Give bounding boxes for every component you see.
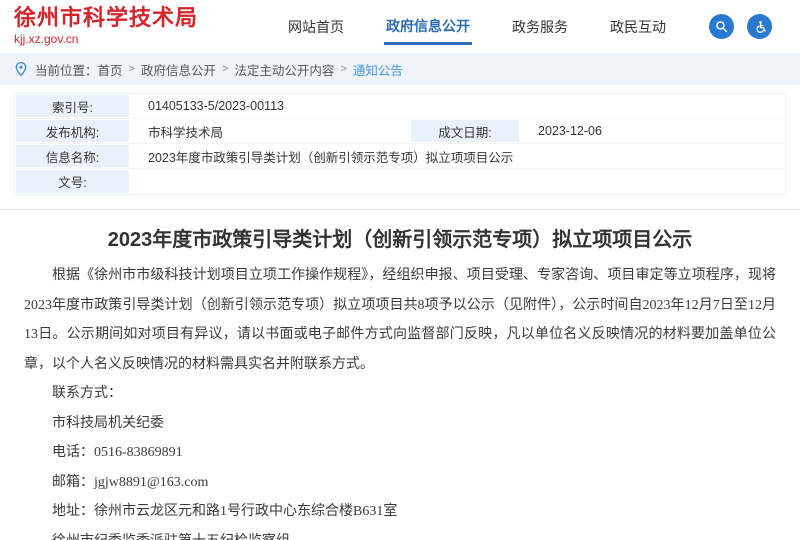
site-header: 徐州市科学技术局 kjj.xz.gov.cn 网站首页 政府信息公开 政务服务 …: [0, 0, 800, 53]
header-right: 网站首页 政府信息公开 政务服务 政民互动: [286, 9, 772, 45]
breadcrumb-separator: >: [222, 63, 228, 75]
contact-heading: 联系方式：: [24, 379, 776, 409]
nav-item-interaction[interactable]: 政民互动: [608, 10, 668, 43]
nav-item-services[interactable]: 政务服务: [510, 10, 570, 43]
issue-date-value: 2023-12-06: [520, 119, 785, 143]
info-name-label: 信息名称:: [15, 144, 130, 168]
doc-number-value: [130, 169, 785, 194]
index-number-value: 01405133-5/2023-00113: [130, 94, 785, 118]
breadcrumb-item-home[interactable]: 首页: [98, 60, 123, 79]
table-row-doc-number: 文号:: [15, 169, 785, 194]
publisher-value: 市科学技术局: [130, 119, 410, 143]
site-logo[interactable]: 徐州市科学技术局 kjj.xz.gov.cn: [14, 6, 198, 47]
search-button[interactable]: [709, 14, 734, 39]
accessibility-button[interactable]: [747, 14, 772, 39]
contact-address: 地址：徐州市云龙区元和路1号行政中心东综合楼B631室: [24, 497, 776, 527]
breadcrumb-separator: >: [129, 63, 135, 75]
main-content: 索引号: 01405133-5/2023-00113 发布机构: 市科学技术局 …: [0, 93, 800, 540]
table-row-name: 信息名称: 2023年度市政策引导类计划（创新引领示范专项）拟立项项目公示: [15, 144, 785, 169]
info-table: 索引号: 01405133-5/2023-00113 发布机构: 市科学技术局 …: [14, 93, 786, 195]
nav-item-gov-info[interactable]: 政府信息公开: [384, 9, 472, 45]
issue-date-label: 成文日期:: [410, 119, 520, 143]
breadcrumb-item-notices[interactable]: 通知公告: [353, 60, 403, 79]
main-nav: 网站首页 政府信息公开 政务服务 政民互动: [286, 9, 668, 45]
page: 徐州市科学技术局 kjj.xz.gov.cn 网站首页 政府信息公开 政务服务 …: [0, 0, 800, 540]
accessibility-icon: [753, 20, 767, 34]
breadcrumb-separator: >: [340, 63, 346, 75]
breadcrumb: 当前位置： 首页 > 政府信息公开 > 法定主动公开内容 > 通知公告: [0, 53, 800, 85]
doc-number-label: 文号:: [15, 169, 130, 194]
location-pin-icon: [14, 61, 28, 77]
nav-item-home[interactable]: 网站首页: [286, 10, 346, 43]
divider: [0, 209, 800, 210]
publisher-label: 发布机构:: [15, 119, 130, 143]
contact-email: 邮箱：jgjw8891@163.com: [24, 468, 776, 498]
breadcrumb-item-gov-info[interactable]: 政府信息公开: [141, 60, 216, 79]
info-name-value: 2023年度市政策引导类计划（创新引领示范专项）拟立项项目公示: [130, 144, 785, 168]
site-url: kjj.xz.gov.cn: [14, 31, 198, 47]
index-number-label: 索引号:: [15, 94, 130, 118]
page-title: 2023年度市政策引导类计划（创新引领示范专项）拟立项项目公示: [0, 227, 800, 253]
contact-phone: 电话：0516-83869891: [24, 438, 776, 468]
article-paragraph: 根据《徐州市市级科技计划项目立项工作操作规程》，经组织申报、项目受理、专家咨询、…: [24, 261, 776, 379]
contact-org-2: 徐州市纪委监委派驻第十五纪检监察组: [24, 527, 776, 540]
article-body: 根据《徐州市市级科技计划项目立项工作操作规程》，经组织申报、项目受理、专家咨询、…: [0, 253, 800, 540]
contact-org: 市科技局机关纪委: [24, 409, 776, 439]
table-row-org-date: 发布机构: 市科学技术局 成文日期: 2023-12-06: [15, 119, 785, 144]
breadcrumb-item-legal-disclosure[interactable]: 法定主动公开内容: [234, 60, 334, 79]
search-icon: [715, 20, 728, 33]
site-title: 徐州市科学技术局: [14, 6, 198, 30]
table-row-index: 索引号: 01405133-5/2023-00113: [15, 94, 785, 119]
breadcrumb-prefix: 当前位置：: [35, 60, 98, 79]
